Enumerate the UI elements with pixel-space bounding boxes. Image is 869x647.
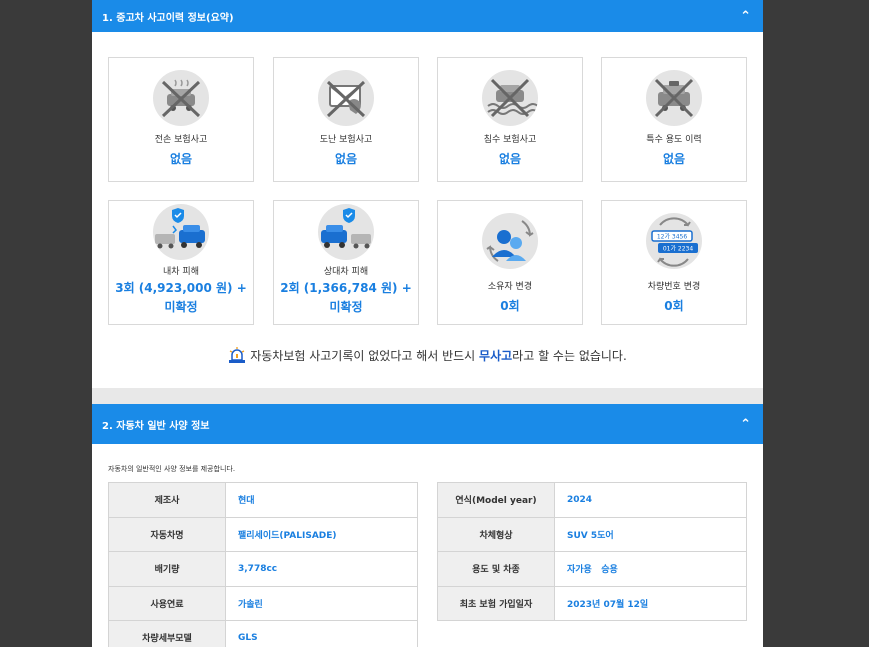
plate-change-icon: 12가 3456 01가 2234 xyxy=(646,213,702,269)
spec-value: 현대 xyxy=(225,482,418,518)
card-label: 소유자 변경 xyxy=(487,282,533,292)
card-value: 3회 (4,923,000 원) + xyxy=(115,281,247,295)
spec-value: 2024 xyxy=(554,482,747,518)
card-value-status: 미확정 xyxy=(329,300,363,315)
card-other-damage: 상대차 피해 2회 (1,366,784 원) + 미확정 xyxy=(273,200,419,325)
other-damage-icon xyxy=(318,204,374,260)
card-total-loss: 전손 보험사고 없음 xyxy=(108,57,254,182)
card-value-status: 미확정 xyxy=(164,300,198,315)
chevron-up-icon[interactable]: ⌃ xyxy=(740,10,751,23)
spec-value: 자가용 승용 xyxy=(554,551,747,587)
card-value: 없음 xyxy=(498,152,522,166)
chevron-up-icon[interactable]: ⌃ xyxy=(740,418,751,431)
table-row: 자동차명 팰리세이드(PALISADE) xyxy=(108,516,418,552)
card-plate-change: 12가 3456 01가 2234 차량번호 변경 0회 xyxy=(601,200,747,325)
flood-icon xyxy=(482,70,538,126)
table-row: 용도 및 차종 자가용 승용 xyxy=(437,551,747,587)
card-special-use: 특수 용도 이력 없음 xyxy=(601,57,747,182)
accident-summary-cards: 전손 보험사고 없음 도난 보험사고 없음 침수 보험사고 없음 특수 용도 이… xyxy=(92,32,763,332)
card-label: 도난 보험사고 xyxy=(319,135,373,145)
spec-value: SUV 5도어 xyxy=(554,516,747,552)
spec-key: 배기량 xyxy=(108,551,226,587)
spec-value: 3,778cc xyxy=(225,551,418,587)
card-label: 침수 보험사고 xyxy=(483,135,537,145)
card-label: 내차 피해 xyxy=(163,267,199,277)
spec-key: 차량세부모델 xyxy=(108,620,226,647)
spec-key: 자동차명 xyxy=(108,516,226,552)
spec-value: 2023년 07월 12일 xyxy=(554,585,747,621)
section-divider xyxy=(92,388,763,404)
spec-table-left: 제조사 현대 자동차명 팰리세이드(PALISADE) 배기량 3,778cc … xyxy=(108,482,418,647)
card-label: 특수 용도 이력 xyxy=(646,135,702,145)
card-own-damage: 내차 피해 3회 (4,923,000 원) + 미확정 xyxy=(108,200,254,325)
notice-text-bold: 무사고 xyxy=(479,349,513,363)
owner-change-icon xyxy=(482,213,538,269)
spec-key: 차체형상 xyxy=(437,516,555,552)
notice-text-post: 라고 할 수는 없습니다. xyxy=(512,349,627,363)
spec-value: GLS xyxy=(225,620,418,647)
card-value: 0회 xyxy=(664,299,684,313)
section2-description: 자동차의 일반적인 사양 정보를 제공합니다. xyxy=(108,465,236,473)
card-value: 없음 xyxy=(662,152,686,166)
card-label: 전손 보험사고 xyxy=(154,135,208,145)
card-value: 없음 xyxy=(334,152,358,166)
spec-key: 사용연료 xyxy=(108,585,226,621)
new-plate-text: 01가 2234 xyxy=(663,245,694,253)
table-row: 제조사 현대 xyxy=(108,482,418,518)
accident-notice: 자동차보험 사고기록이 없었다고 해서 반드시 무사고라고 할 수는 없습니다. xyxy=(92,347,763,366)
card-theft: 도난 보험사고 없음 xyxy=(273,57,419,182)
section1-header[interactable]: 1. 중고차 사고이력 정보(요약) ⌃ xyxy=(92,0,763,32)
total-loss-icon xyxy=(153,70,209,126)
card-label: 차량번호 변경 xyxy=(647,282,701,292)
table-row: 연식(Model year) 2024 xyxy=(437,482,747,518)
card-flood: 침수 보험사고 없음 xyxy=(437,57,583,182)
card-value: 2회 (1,366,784 원) + xyxy=(280,281,412,295)
table-row: 최초 보험 가입일자 2023년 07월 12일 xyxy=(437,585,747,621)
spec-value: 팰리세이드(PALISADE) xyxy=(225,516,418,552)
spec-key: 연식(Model year) xyxy=(437,482,555,518)
theft-icon xyxy=(318,70,374,126)
section2-title: 2. 자동차 일반 사양 정보 xyxy=(102,420,210,432)
table-row: 차체형상 SUV 5도어 xyxy=(437,516,747,552)
card-owner-change: 소유자 변경 0회 xyxy=(437,200,583,325)
spec-key: 제조사 xyxy=(108,482,226,518)
card-label: 상대차 피해 xyxy=(323,267,369,277)
spec-table-right: 연식(Model year) 2024 차체형상 SUV 5도어 용도 및 차종… xyxy=(437,482,747,621)
card-value: 없음 xyxy=(169,152,193,166)
special-use-icon xyxy=(646,70,702,126)
spec-section: 2. 자동차 일반 사양 정보 ⌃ 자동차의 일반적인 사양 정보를 제공합니다… xyxy=(92,404,763,647)
table-row: 사용연료 가솔린 xyxy=(108,585,418,621)
spec-value: 가솔린 xyxy=(225,585,418,621)
spec-key: 최초 보험 가입일자 xyxy=(437,585,555,621)
notice-text-pre: 자동차보험 사고기록이 없었다고 해서 반드시 xyxy=(250,349,480,363)
table-row: 차량세부모델 GLS xyxy=(108,620,418,647)
card-value: 0회 xyxy=(500,299,520,313)
own-damage-icon xyxy=(153,204,209,260)
table-row: 배기량 3,778cc xyxy=(108,551,418,587)
old-plate-text: 12가 3456 xyxy=(657,233,688,241)
spec-key: 용도 및 차종 xyxy=(437,551,555,587)
section1-title: 1. 중고차 사고이력 정보(요약) xyxy=(102,12,234,24)
siren-icon xyxy=(228,347,246,366)
section2-header[interactable]: 2. 자동차 일반 사양 정보 ⌃ xyxy=(92,404,763,444)
report-page: 1. 중고차 사고이력 정보(요약) ⌃ 전손 보험사고 없음 도난 보험사고 … xyxy=(92,0,763,647)
